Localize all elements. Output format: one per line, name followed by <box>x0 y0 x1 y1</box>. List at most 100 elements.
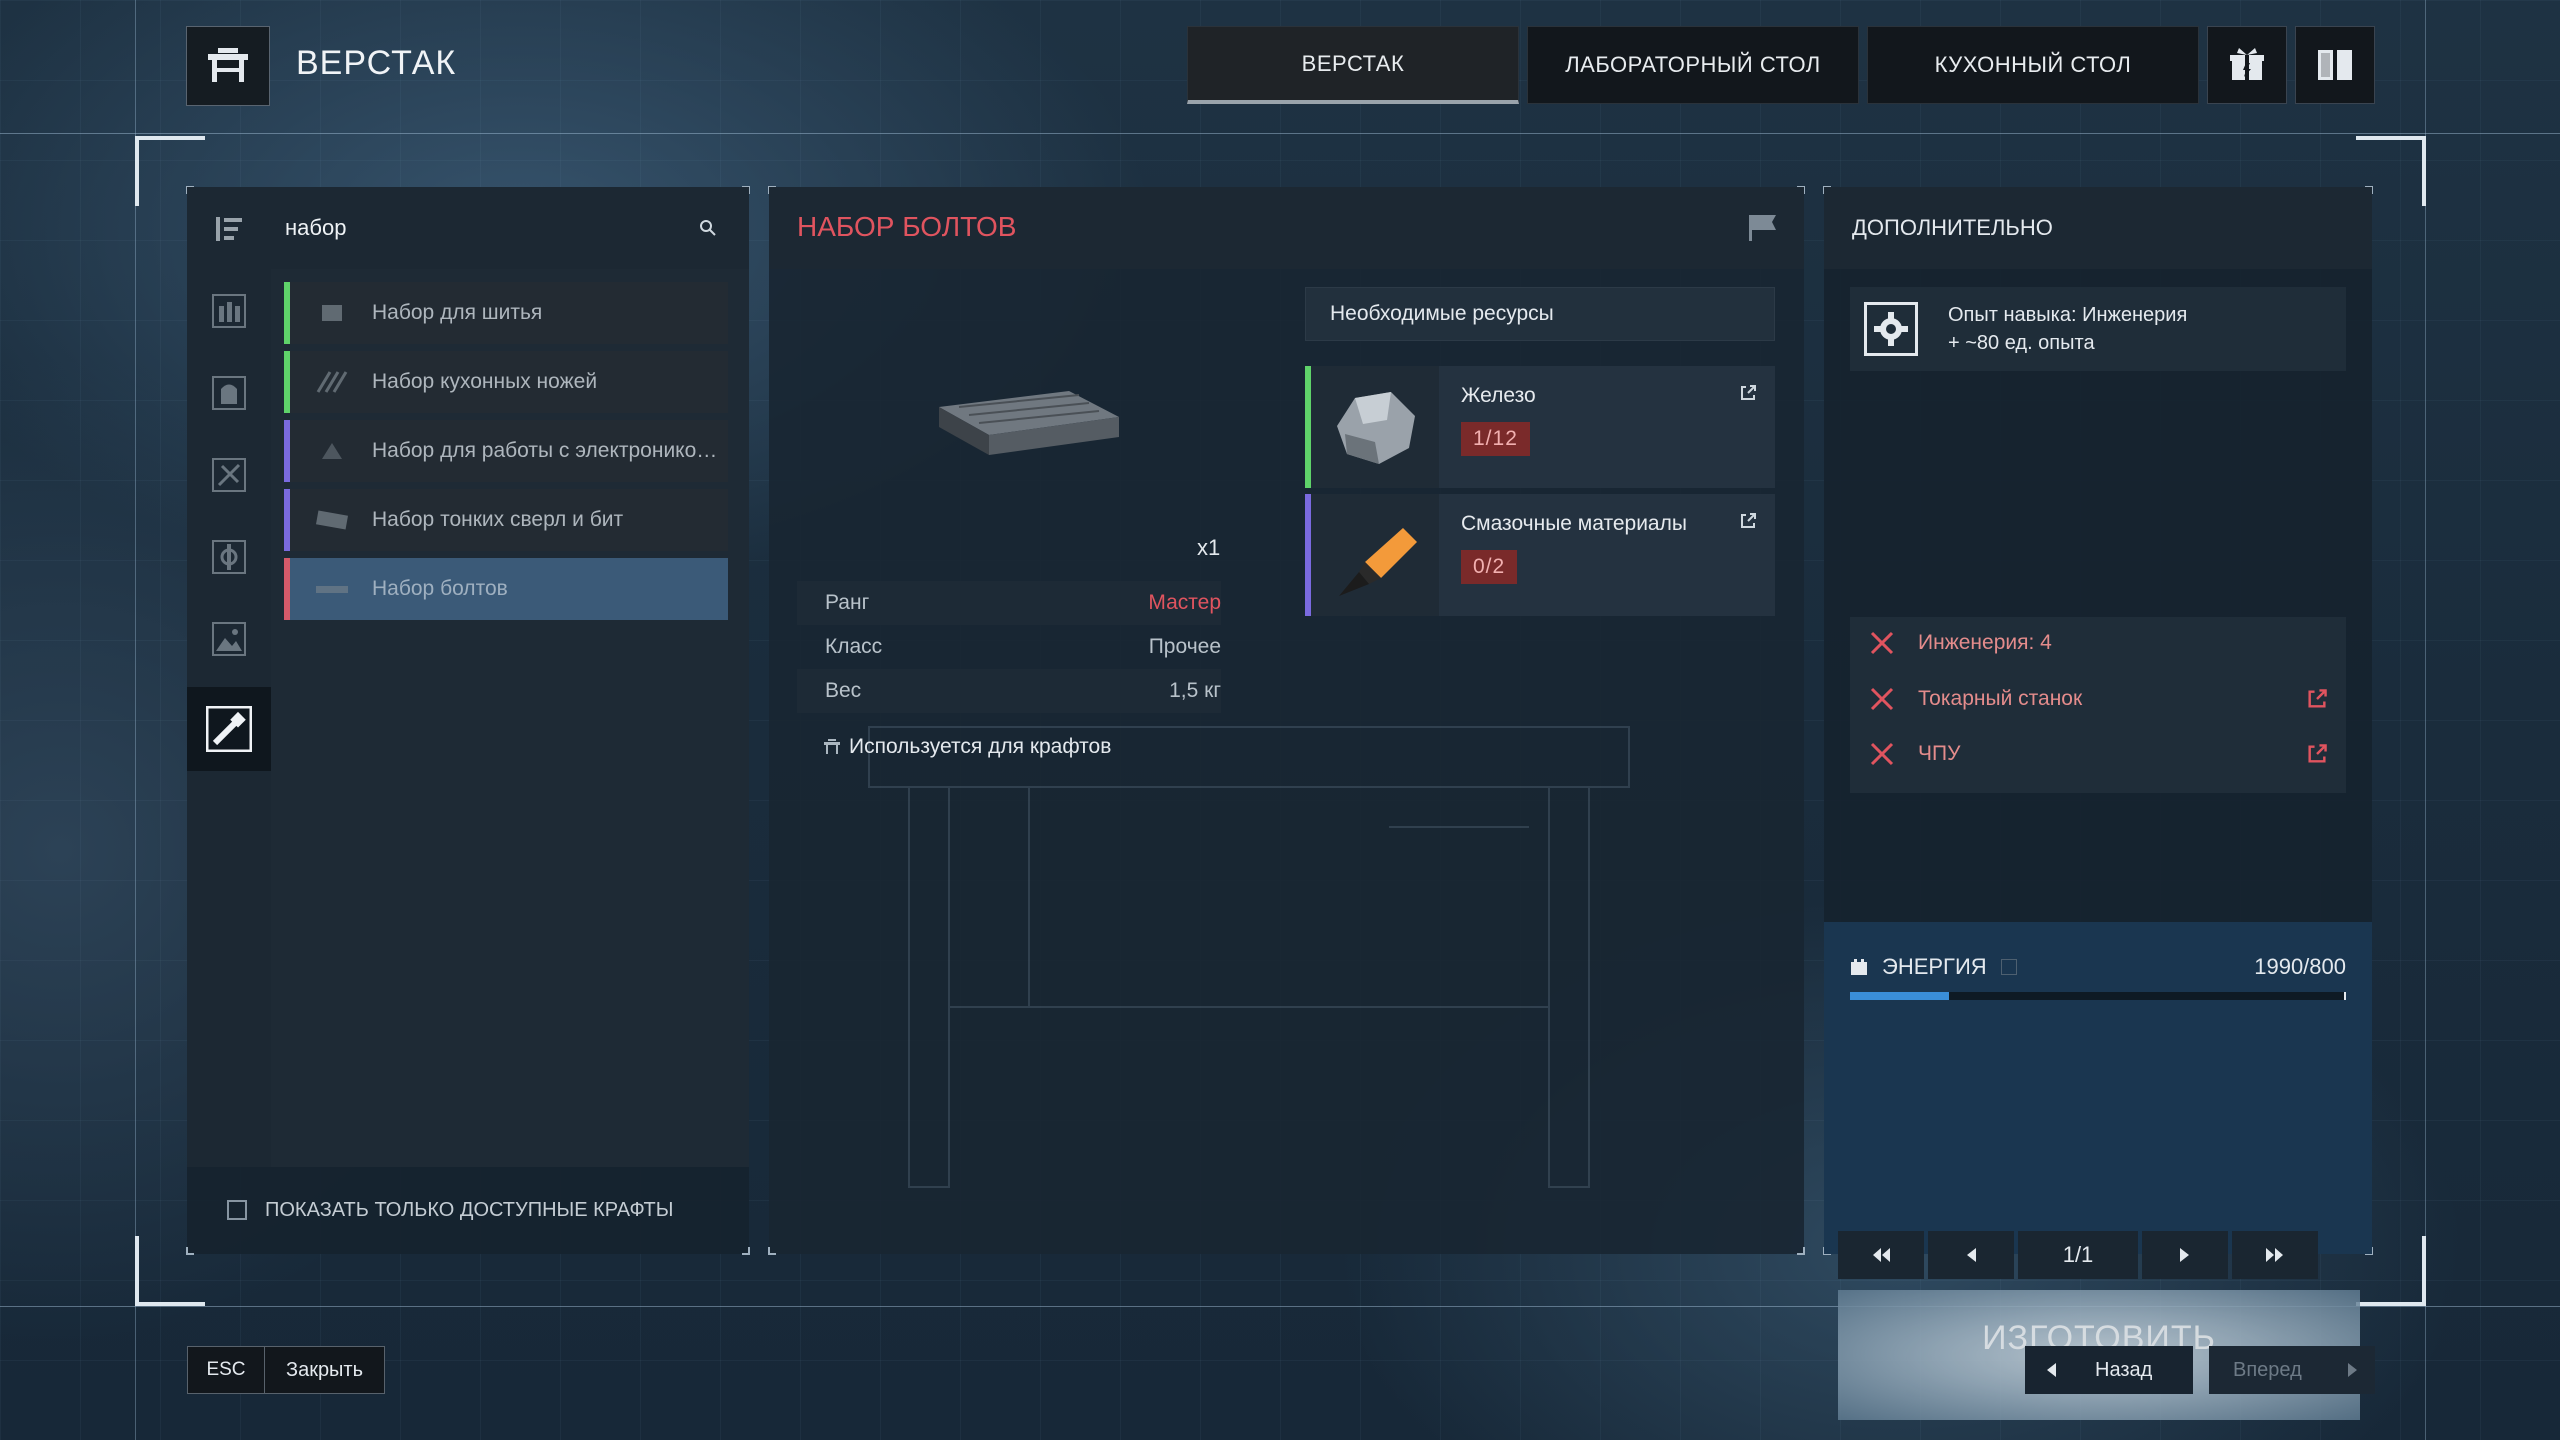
search-input[interactable] <box>285 209 685 247</box>
chevron-left-icon <box>1967 1248 1976 1262</box>
bolt-set-icon <box>312 574 352 604</box>
list-item-label: Набор кухонных ножей <box>372 370 598 393</box>
double-chevron-right-icon <box>2266 1248 2283 1262</box>
list-item[interactable]: Набор кухонных ножей <box>284 351 728 413</box>
knife-set-icon <box>312 367 352 397</box>
list-item-label: Набор болтов <box>372 577 508 600</box>
electronics-kit-icon <box>312 436 352 466</box>
bolt-set-image <box>939 391 1119 455</box>
list-item-label: Набор для работы с электроникой… <box>372 439 722 462</box>
additional-panel: ДОПОЛНИТЕЛЬНО Опыт навыка: Инженерия + ~… <box>1823 186 2373 1420</box>
search-icon[interactable] <box>699 219 717 237</box>
resource-name: Железо <box>1461 384 1536 407</box>
blueprint-decoration <box>868 726 1630 1188</box>
cross-icon <box>1870 687 1894 711</box>
category-tools-icon[interactable] <box>207 453 251 497</box>
rarity-bar <box>284 351 290 413</box>
external-link-icon[interactable] <box>1739 384 1757 402</box>
close-button[interactable]: Закрыть <box>265 1346 385 1394</box>
skill-xp-card: Опыт навыка: Инженерия + ~80 ед. опыта <box>1850 287 2346 371</box>
cross-icon <box>1870 742 1894 766</box>
requirement-row: ЧПУ <box>1850 728 2346 780</box>
resource-row: Железо 1/12 <box>1305 366 1775 488</box>
category-mechanism-icon[interactable] <box>207 535 251 579</box>
list-item[interactable]: Набор для шитья <box>284 282 728 344</box>
flag-icon[interactable] <box>1747 213 1779 243</box>
energy-row: ЭНЕРГИЯ 1990/800 <box>1850 949 2346 985</box>
tab-lab-table[interactable]: ЛАБОРАТОРНЫЙ СТОЛ <box>1527 26 1859 104</box>
gift-button[interactable] <box>2207 26 2287 104</box>
rarity-bar <box>284 282 290 344</box>
workbench-icon-button <box>186 26 270 106</box>
external-link-icon[interactable] <box>2306 688 2328 710</box>
category-armor-icon[interactable] <box>207 371 251 415</box>
rarity-bar <box>284 558 290 620</box>
energy-value: 1990/800 <box>2254 954 2346 979</box>
chevron-right-icon <box>2180 1248 2189 1262</box>
gear-icon <box>1864 302 1918 356</box>
book-button[interactable] <box>2295 26 2375 104</box>
chevron-right-icon <box>2348 1363 2357 1377</box>
used-for-crafts: Используется для крафтов <box>823 735 1111 759</box>
list-item[interactable]: Набор тонких сверл и бит <box>284 489 728 551</box>
resource-row: Смазочные материалы 0/2 <box>1305 494 1775 616</box>
iron-ore-icon <box>1337 392 1415 464</box>
list-item[interactable]: Набор для работы с электроникой… <box>284 420 728 482</box>
recipe-detail-panel: НАБОР БОЛТОВ x1 Ранг Мастер Класс Прочее В… <box>768 186 1805 1255</box>
esc-key[interactable]: ESC <box>187 1346 265 1394</box>
resource-count: 0/2 <box>1461 550 1518 584</box>
recipe-list-panel: Набор для шитья Набор кухонных ножей Наб… <box>186 186 750 1255</box>
external-link-icon[interactable] <box>1739 512 1757 530</box>
resource-name: Смазочные материалы <box>1461 512 1687 535</box>
category-parts-icon <box>206 706 252 752</box>
panel-title: ДОПОЛНИТЕЛЬНО <box>1852 215 2053 240</box>
item-title: НАБОР БОЛТОВ <box>797 211 1017 242</box>
craft-quantity: x1 <box>1197 535 1221 560</box>
sewing-kit-icon <box>312 298 352 328</box>
resource-count: 1/12 <box>1461 422 1530 456</box>
list-item-label: Набор для шитья <box>372 301 543 324</box>
stat-weight: Вес 1,5 кг <box>797 669 1221 713</box>
category-image-icon[interactable] <box>207 617 251 661</box>
page-title: ВЕРСТАК <box>296 44 457 82</box>
double-chevron-left-icon <box>1873 1248 1890 1262</box>
workbench-small-icon <box>824 739 840 754</box>
filter-checkbox[interactable] <box>227 1200 247 1220</box>
stat-rank: Ранг Мастер <box>797 581 1221 625</box>
last-page-button[interactable] <box>2232 1231 2318 1279</box>
back-button[interactable]: Назад <box>2025 1346 2193 1394</box>
drill-bits-icon <box>312 505 352 535</box>
energy-bar-fill <box>1850 992 1949 1000</box>
requirement-row: Токарный станок <box>1850 673 2346 725</box>
filter-label: ПОКАЗАТЬ ТОЛЬКО ДОСТУПНЫЕ КРАФТЫ <box>265 1198 674 1221</box>
workbench-icon <box>208 48 248 82</box>
list-item-label: Набор тонких сверл и бит <box>372 508 624 531</box>
rarity-bar <box>284 489 290 551</box>
external-link-icon[interactable] <box>2306 743 2328 765</box>
category-parts-tab[interactable] <box>187 687 271 771</box>
cross-icon <box>1870 631 1894 655</box>
category-bottles-icon[interactable] <box>207 289 251 333</box>
xp-skill-label: Опыт навыка: Инженерия <box>1948 304 2188 326</box>
list-item-selected[interactable]: Набор болтов <box>284 558 728 620</box>
energy-info-icon[interactable] <box>2000 959 2017 975</box>
search-bar <box>271 187 749 269</box>
rarity-bar <box>284 420 290 482</box>
tab-workbench[interactable]: ВЕРСТАК <box>1187 26 1519 104</box>
energy-bar <box>1850 992 2346 1000</box>
next-page-button[interactable] <box>2142 1231 2228 1279</box>
tab-kitchen-table[interactable]: КУХОННЫЙ СТОЛ <box>1867 26 2199 104</box>
book-icon <box>2318 50 2352 80</box>
forward-button[interactable]: Вперед <box>2209 1346 2375 1394</box>
lubricant-icon <box>1339 528 1417 596</box>
show-available-filter[interactable]: ПОКАЗАТЬ ТОЛЬКО ДОСТУПНЫЕ КРАФТЫ <box>227 1192 673 1228</box>
xp-value: + ~80 ед. опыта <box>1948 332 2095 354</box>
chevron-left-icon <box>2047 1363 2056 1377</box>
energy-icon <box>1851 959 1867 975</box>
sort-icon[interactable] <box>207 207 251 251</box>
prev-page-button[interactable] <box>1928 1231 2014 1279</box>
page-indicator: 1/1 <box>2018 1231 2138 1279</box>
first-page-button[interactable] <box>1838 1231 1924 1279</box>
gift-icon <box>2230 48 2264 80</box>
requirement-row: Инженерия: 4 <box>1850 617 2346 669</box>
